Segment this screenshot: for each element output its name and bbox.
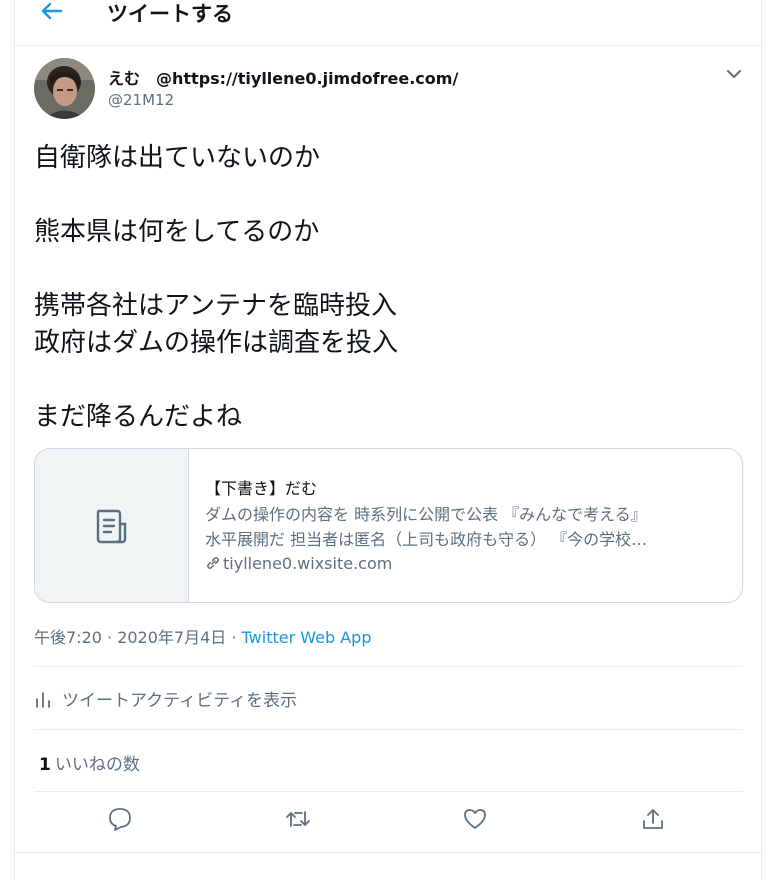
tweet-line: まだ降るんだよね bbox=[34, 402, 243, 432]
tweet-line: 携帯各社はアンテナを臨時投入 bbox=[34, 291, 397, 321]
tweet-line bbox=[34, 177, 734, 214]
link-icon bbox=[207, 557, 219, 569]
timeline-column: ツイートする えむ @https://tiyllene0.jimdofree.c… bbox=[14, 0, 762, 880]
tweet-activity-link[interactable]: ツイートアクティビティを表示 bbox=[34, 686, 297, 711]
bar-chart-icon bbox=[36, 692, 50, 708]
tweet-line: 熊本県は何をしてるのか bbox=[34, 217, 320, 247]
tweet-line bbox=[34, 251, 734, 288]
heart-icon bbox=[464, 809, 486, 829]
likes-count: 1 bbox=[39, 755, 51, 775]
chevron-down-icon bbox=[727, 70, 741, 78]
card-title: 【下書き】だむ bbox=[205, 479, 318, 498]
back-button[interactable] bbox=[39, 0, 69, 26]
page-header: ツイートする bbox=[15, 0, 761, 46]
likes-label: いいねの数 bbox=[54, 755, 140, 775]
divider bbox=[34, 729, 743, 730]
arrow-left-icon bbox=[41, 2, 63, 20]
link-card[interactable]: 【下書き】だむ ダムの操作の内容を 時系列に公開で公表 『みんなで考える』 水平… bbox=[34, 448, 743, 603]
share-icon bbox=[643, 809, 663, 829]
author-name[interactable]: えむ @https://tiyllene0.jimdofree.com/ bbox=[108, 65, 458, 89]
more-options-button[interactable] bbox=[722, 64, 746, 86]
retweet-button[interactable] bbox=[285, 806, 315, 836]
tweet-meta: 午後7:20 · 2020年7月4日 · Twitter Web App bbox=[34, 624, 371, 648]
timestamp[interactable]: 午後7:20 · 2020年7月4日 · bbox=[34, 628, 242, 647]
card-description-line: ダムの操作の内容を 時系列に公開で公表 『みんなで考える』 bbox=[205, 505, 647, 524]
source-link[interactable]: Twitter Web App bbox=[242, 628, 372, 647]
divider bbox=[34, 791, 743, 792]
divider bbox=[15, 852, 761, 853]
likes-stat[interactable]: 1 いいねの数 bbox=[39, 750, 140, 775]
card-description-line: 水平展開だ 担当者は匿名（上司も政府も守る） 『今の学校… bbox=[205, 530, 648, 549]
card-description: ダムの操作の内容を 時系列に公開で公表 『みんなで考える』 水平展開だ 担当者は… bbox=[205, 502, 725, 552]
document-icon bbox=[96, 509, 127, 544]
card-domain-text: tiyllene0.wixsite.com bbox=[223, 554, 393, 573]
tweet-activity-label: ツイートアクティビティを表示 bbox=[62, 691, 298, 711]
avatar[interactable] bbox=[34, 58, 95, 119]
share-button[interactable] bbox=[640, 806, 670, 836]
reply-icon bbox=[109, 808, 131, 831]
tweet-text: 自衛隊は出ていないのか 熊本県は何をしてるのか 携帯各社はアンテナを臨時投入 政… bbox=[34, 140, 734, 436]
card-domain: tiyllene0.wixsite.com bbox=[205, 554, 392, 573]
like-button[interactable] bbox=[462, 806, 492, 836]
author-handle[interactable]: @21M12 bbox=[108, 91, 174, 109]
avatar-photo bbox=[34, 58, 95, 119]
tweet-line: 政府はダムの操作は調査を投入 bbox=[34, 328, 399, 358]
page-title: ツイートする bbox=[107, 2, 233, 26]
tweet-line: 自衛隊は出ていないのか bbox=[34, 143, 321, 173]
divider bbox=[34, 666, 743, 667]
tweet-line bbox=[34, 362, 734, 399]
reply-button[interactable] bbox=[107, 806, 137, 836]
card-thumbnail bbox=[35, 449, 189, 602]
retweet-icon bbox=[286, 811, 310, 827]
